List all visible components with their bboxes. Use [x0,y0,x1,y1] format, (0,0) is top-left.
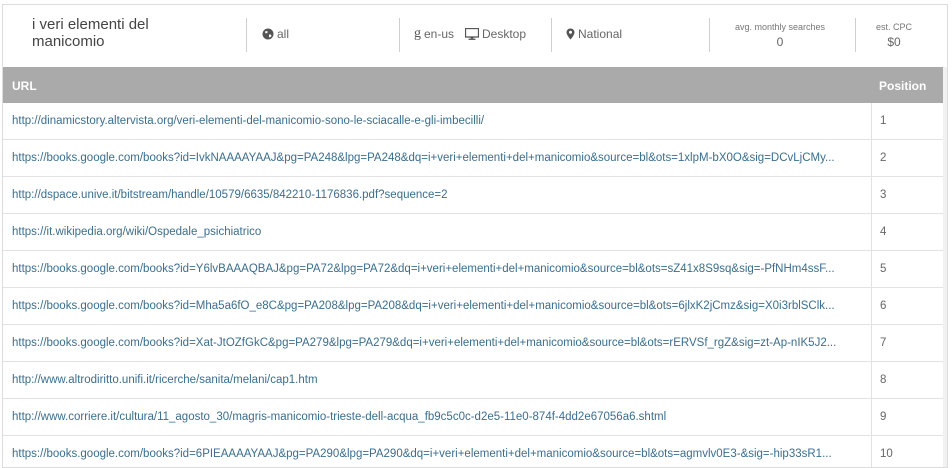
result-url-link[interactable]: https://it.wikipedia.org/wiki/Ospedale_p… [12,226,867,238]
map-pin-icon [566,28,575,40]
keyword-header: i veri elementi del manicomio all g en-u… [3,5,947,67]
result-position: 4 [880,226,887,238]
result-url-link[interactable]: https://books.google.com/books?id=Mha5a6… [12,300,867,312]
table-row: http://www.corriere.it/cultura/11_agosto… [3,399,947,436]
result-position: 6 [880,300,887,312]
monitor-icon [465,28,479,40]
result-position: 9 [880,411,887,423]
table-row: http://dinamicstory.altervista.org/veri-… [3,103,947,140]
column-divider [871,251,872,287]
est-cpc-label: est. CPC [875,22,912,32]
divider [399,18,400,52]
result-position: 8 [880,374,887,386]
result-position: 10 [880,448,893,460]
table-row: https://books.google.com/books?id=6PIEAA… [3,436,947,467]
result-position: 7 [880,337,887,349]
result-position: 2 [880,152,887,164]
column-divider [871,288,872,324]
divider [855,18,856,52]
table-row: http://www.altrodiritto.unifi.it/ricerch… [3,362,947,399]
avg-monthly-searches-label: avg. monthly searches [734,22,826,32]
column-divider [871,436,872,467]
result-url-link[interactable]: https://books.google.com/books?id=Xat-Jt… [12,337,867,349]
column-divider [871,140,872,176]
column-divider [871,362,872,398]
result-position: 5 [880,263,887,275]
divider [551,18,552,52]
divider [709,18,710,52]
location-filter[interactable]: National [566,27,622,41]
language-filter[interactable]: g en-us [414,26,455,42]
result-url-link[interactable]: http://www.corriere.it/cultura/11_agosto… [12,411,867,423]
result-position: 1 [880,115,887,127]
column-divider [871,214,872,250]
results-table-body: http://dinamicstory.altervista.org/veri-… [3,103,947,467]
scope-label: all [277,27,290,41]
column-header-position[interactable]: Position [879,79,926,93]
result-url-link[interactable]: https://books.google.com/books?id=IvkNAA… [12,152,867,164]
result-url-link[interactable]: http://dinamicstory.altervista.org/veri-… [12,115,867,127]
table-row: https://it.wikipedia.org/wiki/Ospedale_p… [3,214,947,251]
table-row: https://books.google.com/books?id=Y6lvBA… [3,251,947,288]
result-url-link[interactable]: https://books.google.com/books?id=Y6lvBA… [12,263,867,275]
keyword-title: i veri elementi del manicomio [32,16,149,50]
result-position: 3 [880,189,887,201]
result-url-link[interactable]: http://dspace.unive.it/bitstream/handle/… [12,189,867,201]
table-row: https://books.google.com/books?id=IvkNAA… [3,140,947,177]
est-cpc: est. CPC $0 [863,22,925,49]
device-label: Desktop [482,27,527,41]
result-url-link[interactable]: https://books.google.com/books?id=6PIEAA… [12,448,867,460]
globe-icon [262,28,274,40]
column-header-url[interactable]: URL [12,79,37,93]
est-cpc-value: $0 [887,35,901,49]
scope-filter[interactable]: all [262,27,289,41]
table-header: URL Position [3,67,947,103]
divider [246,18,247,52]
scrollbar-track[interactable] [943,67,947,467]
column-divider [871,177,872,213]
location-label: National [578,27,623,41]
column-divider [871,103,872,139]
table-row: http://dspace.unive.it/bitstream/handle/… [3,177,947,214]
device-filter[interactable]: Desktop [465,27,526,41]
table-row: https://books.google.com/books?id=Xat-Jt… [3,325,947,362]
language-label: en-us [424,27,455,41]
column-divider [871,325,872,361]
column-divider [871,399,872,435]
avg-monthly-searches: avg. monthly searches 0 [721,22,839,49]
google-g-icon: g [414,26,421,41]
keyword-results-panel: i veri elementi del manicomio all g en-u… [2,4,948,468]
avg-monthly-searches-value: 0 [776,35,784,49]
result-url-link[interactable]: http://www.altrodiritto.unifi.it/ricerch… [12,374,867,386]
table-row: https://books.google.com/books?id=Mha5a6… [3,288,947,325]
